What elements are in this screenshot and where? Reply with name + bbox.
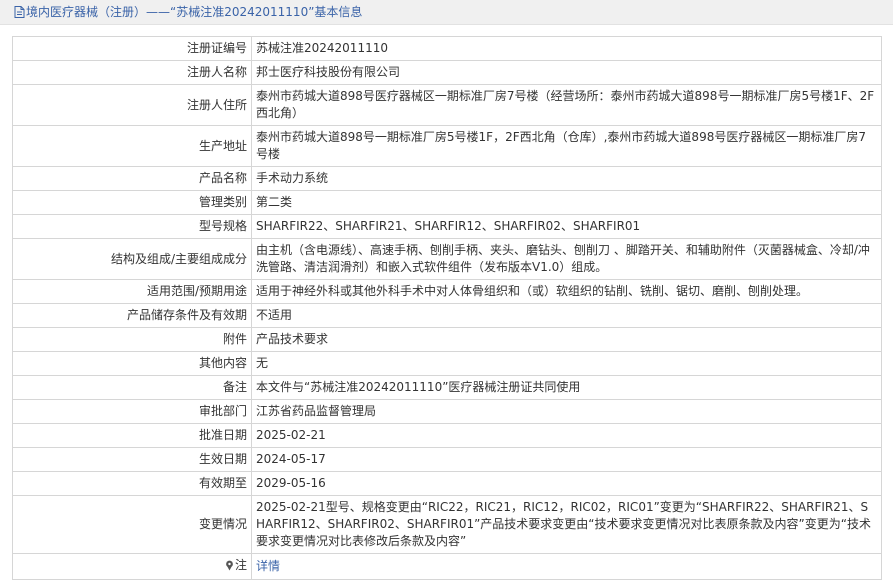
field-value: 2025-02-21型号、规格变更由“RIC22，RIC21，RIC12，RIC… — [251, 495, 882, 554]
field-label: 批准日期 — [12, 423, 252, 448]
field-value: 2029-05-16 — [251, 471, 882, 496]
field-label: 其他内容 — [12, 351, 252, 376]
table-row: 备注 本文件与“苏械注准20242011110”医疗器械注册证共同使用 — [12, 375, 882, 400]
field-value: 无 — [251, 351, 882, 376]
field-value: 泰州市药城大道898号医疗器械区一期标准厂房7号楼（经营场所：泰州市药城大道89… — [251, 84, 882, 126]
field-label: 适用范围/预期用途 — [12, 279, 252, 304]
content-area: 注册证编号 苏械注准20242011110 注册人名称 邦士医疗科技股份有限公司… — [0, 25, 893, 580]
field-label: 型号规格 — [12, 214, 252, 239]
field-label: 注册人住所 — [12, 84, 252, 126]
field-value: 本文件与“苏械注准20242011110”医疗器械注册证共同使用 — [251, 375, 882, 400]
field-label: 结构及组成/主要组成成分 — [12, 238, 252, 280]
field-value: 由主机（含电源线）、高速手柄、刨削手柄、夹头、磨钻头、刨削刀 、脚踏开关、和辅助… — [251, 238, 882, 280]
document-icon — [14, 2, 25, 26]
field-label: 管理类别 — [12, 190, 252, 215]
details-link[interactable]: 详情 — [256, 559, 280, 573]
field-label: 产品名称 — [12, 166, 252, 191]
field-value: 2024-05-17 — [251, 447, 882, 472]
table-row: 产品储存条件及有效期 不适用 — [12, 303, 882, 328]
field-label: 生效日期 — [12, 447, 252, 472]
table-row: 注册证编号 苏械注准20242011110 — [12, 36, 882, 61]
table-row: 生产地址 泰州市药城大道898号一期标准厂房5号楼1F，2F西北角（仓库）,泰州… — [12, 125, 882, 167]
note-label-cell: 注 — [12, 553, 252, 580]
note-value-cell: 详情 — [251, 553, 882, 580]
field-label: 产品储存条件及有效期 — [12, 303, 252, 328]
field-label: 注册人名称 — [12, 60, 252, 85]
field-value: 泰州市药城大道898号一期标准厂房5号楼1F，2F西北角（仓库）,泰州市药城大道… — [251, 125, 882, 167]
table-row: 注册人名称 邦士医疗科技股份有限公司 — [12, 60, 882, 85]
field-value: 产品技术要求 — [251, 327, 882, 352]
field-label: 附件 — [12, 327, 252, 352]
table-row: 批准日期 2025-02-21 — [12, 423, 882, 448]
table-row: 结构及组成/主要组成成分 由主机（含电源线）、高速手柄、刨削手柄、夹头、磨钻头、… — [12, 238, 882, 280]
device-info-table: 注册证编号 苏械注准20242011110 注册人名称 邦士医疗科技股份有限公司… — [12, 36, 882, 580]
field-label: 变更情况 — [12, 495, 252, 554]
field-value: 邦士医疗科技股份有限公司 — [251, 60, 882, 85]
table-row: 有效期至 2029-05-16 — [12, 471, 882, 496]
field-value: 适用于神经外科或其他外科手术中对人体骨组织和（或）软组织的钻削、铣削、锯切、磨削… — [251, 279, 882, 304]
field-value: SHARFIR22、SHARFIR21、SHARFIR12、SHARFIR02、… — [251, 214, 882, 239]
pin-icon — [225, 559, 234, 576]
field-label: 备注 — [12, 375, 252, 400]
table-row: 适用范围/预期用途 适用于神经外科或其他外科手术中对人体骨组织和（或）软组织的钻… — [12, 279, 882, 304]
page-title: 境内医疗器械（注册）——“苏械注准20242011110”基本信息 — [26, 5, 363, 19]
table-row: 变更情况 2025-02-21型号、规格变更由“RIC22，RIC21，RIC1… — [12, 495, 882, 554]
field-value: 不适用 — [251, 303, 882, 328]
note-label: 注 — [234, 558, 247, 572]
field-value: 手术动力系统 — [251, 166, 882, 191]
field-label: 注册证编号 — [12, 36, 252, 61]
table-row: 生效日期 2024-05-17 — [12, 447, 882, 472]
note-row: 注 详情 — [12, 553, 882, 580]
field-label: 审批部门 — [12, 399, 252, 424]
field-label: 生产地址 — [12, 125, 252, 167]
table-row: 其他内容 无 — [12, 351, 882, 376]
field-value: 2025-02-21 — [251, 423, 882, 448]
page-header: 境内医疗器械（注册）——“苏械注准20242011110”基本信息 — [0, 0, 893, 25]
table-row: 注册人住所 泰州市药城大道898号医疗器械区一期标准厂房7号楼（经营场所：泰州市… — [12, 84, 882, 126]
field-label: 有效期至 — [12, 471, 252, 496]
table-row: 附件 产品技术要求 — [12, 327, 882, 352]
table-row: 审批部门 江苏省药品监督管理局 — [12, 399, 882, 424]
table-row: 管理类别 第二类 — [12, 190, 882, 215]
field-value: 第二类 — [251, 190, 882, 215]
field-value: 苏械注准20242011110 — [251, 36, 882, 61]
table-row: 产品名称 手术动力系统 — [12, 166, 882, 191]
table-row: 型号规格 SHARFIR22、SHARFIR21、SHARFIR12、SHARF… — [12, 214, 882, 239]
field-value: 江苏省药品监督管理局 — [251, 399, 882, 424]
